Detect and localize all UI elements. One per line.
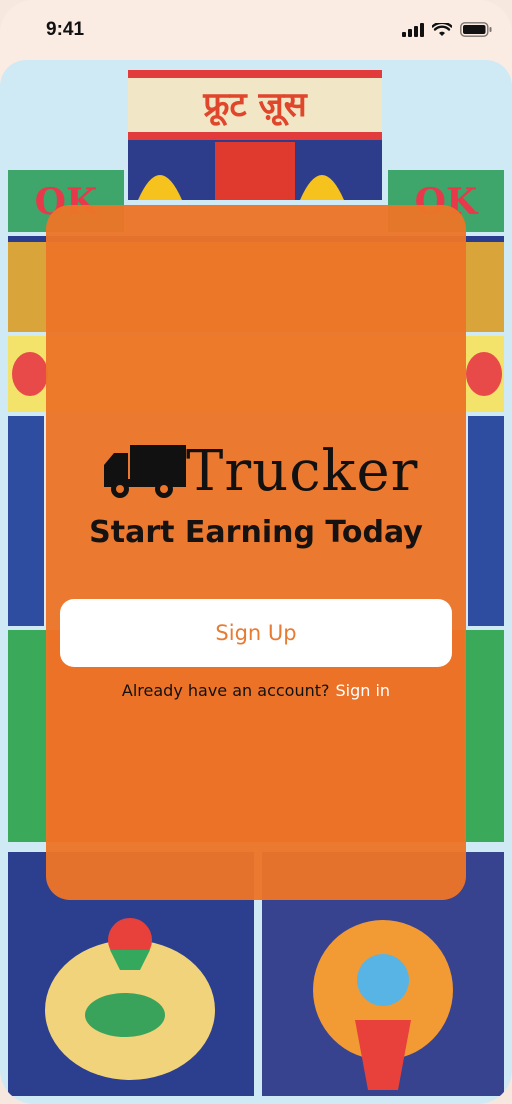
wifi-icon	[431, 21, 453, 42]
tagline: Start Earning Today	[89, 515, 423, 550]
status-bar: 9:41	[0, 0, 512, 60]
sign-in-link[interactable]: Sign in	[336, 681, 391, 700]
battery-icon	[460, 22, 492, 42]
status-time: 9:41	[46, 19, 85, 40]
banner-text: फ्रूट ज़ूस	[202, 85, 307, 127]
account-prompt-text: Already have an account?	[121, 681, 330, 700]
sign-up-button[interactable]: Sign Up	[60, 599, 452, 667]
signal-icon	[402, 22, 424, 42]
brand-logo: Trucker	[102, 437, 432, 507]
brand-name: Trucker	[186, 439, 419, 504]
truck-icon	[102, 439, 188, 506]
welcome-card: Trucker Start Earning Today Sign Up Alre…	[46, 205, 466, 900]
status-icons	[402, 21, 492, 42]
sign-in-prompt: Already have an account? Sign in	[46, 681, 466, 700]
phone-screen: 9:41 फ्रूट ज़ूस OK OK Trucker Start Earn…	[0, 0, 512, 1104]
